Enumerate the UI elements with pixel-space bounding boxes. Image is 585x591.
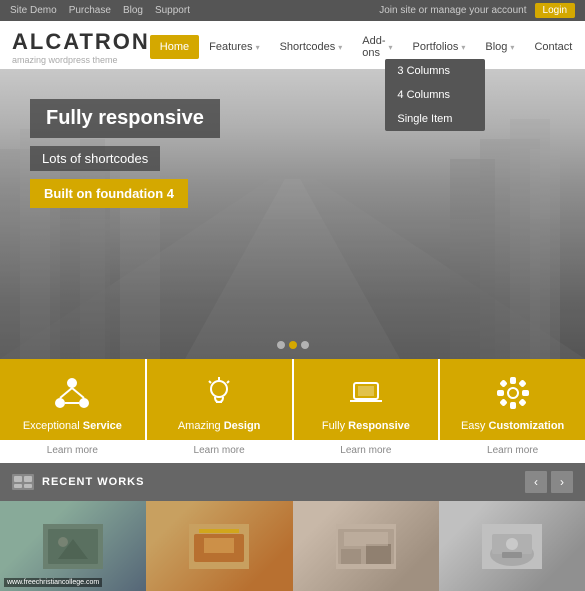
- chevron-down-icon: ▾: [256, 43, 260, 52]
- recent-works-header: RECENT WORKS ‹ ›: [0, 463, 585, 501]
- recent-works-label: RECENT WORKS: [42, 476, 144, 488]
- thumb-image-1: [43, 524, 103, 569]
- slider-dot[interactable]: [301, 341, 309, 349]
- thumb-image-3: [336, 524, 396, 569]
- feature-learn-responsive[interactable]: Learn more: [294, 440, 439, 461]
- chevron-down-icon: ▾: [389, 43, 393, 52]
- thumbnail-1[interactable]: www.freechristiancollege.com: [0, 501, 146, 591]
- thumbnails-row: www.freechristiancollege.com: [0, 501, 585, 591]
- feature-learn-design[interactable]: Learn more: [147, 440, 292, 461]
- topbar-link-blog[interactable]: Blog: [123, 5, 143, 16]
- hero-badge-foundation: Built on foundation 4: [30, 179, 188, 208]
- feature-box-service: Exceptional Service Learn more: [0, 359, 147, 461]
- nav-label-features: Features: [209, 41, 252, 53]
- register-link[interactable]: Join site or manage your account: [379, 5, 526, 16]
- nav-item-blog[interactable]: Blog ▾: [475, 35, 524, 59]
- nav-label-portfolios: Portfolios: [413, 41, 459, 53]
- next-arrow[interactable]: ›: [551, 471, 573, 493]
- chevron-down-icon: ▾: [510, 43, 514, 52]
- dropdown-item-single[interactable]: Single Item: [385, 107, 485, 131]
- login-button[interactable]: Login: [535, 3, 575, 18]
- nav-item-home[interactable]: Home: [150, 35, 199, 59]
- portfolios-dropdown: 3 Columns 4 Columns Single Item: [385, 59, 485, 131]
- prev-arrow[interactable]: ‹: [525, 471, 547, 493]
- thumb-inner-3: [293, 501, 439, 591]
- hero-banner: Fully responsive Lots of shortcodes Buil…: [0, 69, 585, 359]
- thumb-image-4: [482, 524, 542, 569]
- feature-learn-customization[interactable]: Learn more: [440, 440, 585, 461]
- thumb-image-2: [189, 524, 249, 569]
- features-row: Exceptional Service Learn more Amazing D…: [0, 359, 585, 461]
- feature-box-design: Amazing Design Learn more: [147, 359, 294, 461]
- thumb-inner-2: [146, 501, 292, 591]
- topbar-link-support[interactable]: Support: [155, 5, 190, 16]
- recent-works-nav: ‹ ›: [525, 471, 573, 493]
- chevron-down-icon: ▾: [461, 43, 465, 52]
- topbar-link-demo[interactable]: Site Demo: [10, 5, 57, 16]
- bulb-icon: [201, 375, 237, 411]
- nav-item-features[interactable]: Features ▾: [199, 35, 269, 59]
- thumb-watermark: www.freechristiancollege.com: [4, 578, 102, 587]
- slider-dot[interactable]: [277, 341, 285, 349]
- nav-label-addons: Add-ons: [362, 35, 385, 59]
- hero-badge-shortcodes: Lots of shortcodes: [30, 146, 160, 171]
- feature-title-design: Amazing Design: [155, 420, 284, 432]
- nav-label-home: Home: [160, 41, 189, 53]
- slider-dot-active[interactable]: [289, 341, 297, 349]
- chevron-down-icon: ▾: [338, 43, 342, 52]
- thumb-inner-4: [439, 501, 585, 591]
- nav-label-shortcodes: Shortcodes: [280, 41, 336, 53]
- top-bar-auth: Join site or manage your account Login: [379, 3, 575, 18]
- logo-title: ALCATRON: [12, 29, 150, 55]
- main-nav: Home Features ▾ Shortcodes ▾ Add-ons ▾ P…: [150, 29, 583, 65]
- logo: ALCATRON amazing wordpress theme: [12, 29, 150, 65]
- feature-box-customization: Easy Customization Learn more: [440, 359, 585, 461]
- top-bar-links: Site Demo Purchase Blog Support: [10, 5, 190, 16]
- slider-dots: [277, 341, 309, 349]
- header: ALCATRON amazing wordpress theme Home Fe…: [0, 21, 585, 65]
- network-icon: [54, 375, 90, 411]
- logo-subtitle: amazing wordpress theme: [12, 55, 150, 65]
- hero-content: Fully responsive Lots of shortcodes Buil…: [30, 99, 220, 208]
- gear-icon: [495, 375, 531, 411]
- laptop-icon: [348, 375, 384, 411]
- feature-learn-service[interactable]: Learn more: [0, 440, 145, 461]
- dropdown-item-3col[interactable]: 3 Columns: [385, 59, 485, 83]
- nav-label-contact: Contact: [534, 41, 572, 53]
- feature-box-responsive: Fully Responsive Learn more: [294, 359, 441, 461]
- topbar-link-purchase[interactable]: Purchase: [69, 5, 111, 16]
- thumbnail-3[interactable]: [293, 501, 439, 591]
- thumbnail-2[interactable]: [146, 501, 292, 591]
- feature-title-customization: Easy Customization: [448, 420, 577, 432]
- dropdown-item-4col[interactable]: 4 Columns: [385, 83, 485, 107]
- hero-badge-responsive: Fully responsive: [30, 99, 220, 138]
- nav-item-contact[interactable]: Contact: [524, 35, 582, 59]
- recent-works-title: RECENT WORKS: [12, 474, 144, 490]
- gallery-icon: [12, 474, 34, 490]
- top-bar: Site Demo Purchase Blog Support Join sit…: [0, 0, 585, 21]
- nav-item-portfolios[interactable]: Portfolios ▾ 3 Columns 4 Columns Single …: [403, 35, 476, 59]
- feature-title-service: Exceptional Service: [8, 420, 137, 432]
- nav-item-shortcodes[interactable]: Shortcodes ▾: [270, 35, 353, 59]
- nav-label-blog: Blog: [485, 41, 507, 53]
- feature-title-responsive: Fully Responsive: [302, 420, 431, 432]
- thumbnail-4[interactable]: [439, 501, 585, 591]
